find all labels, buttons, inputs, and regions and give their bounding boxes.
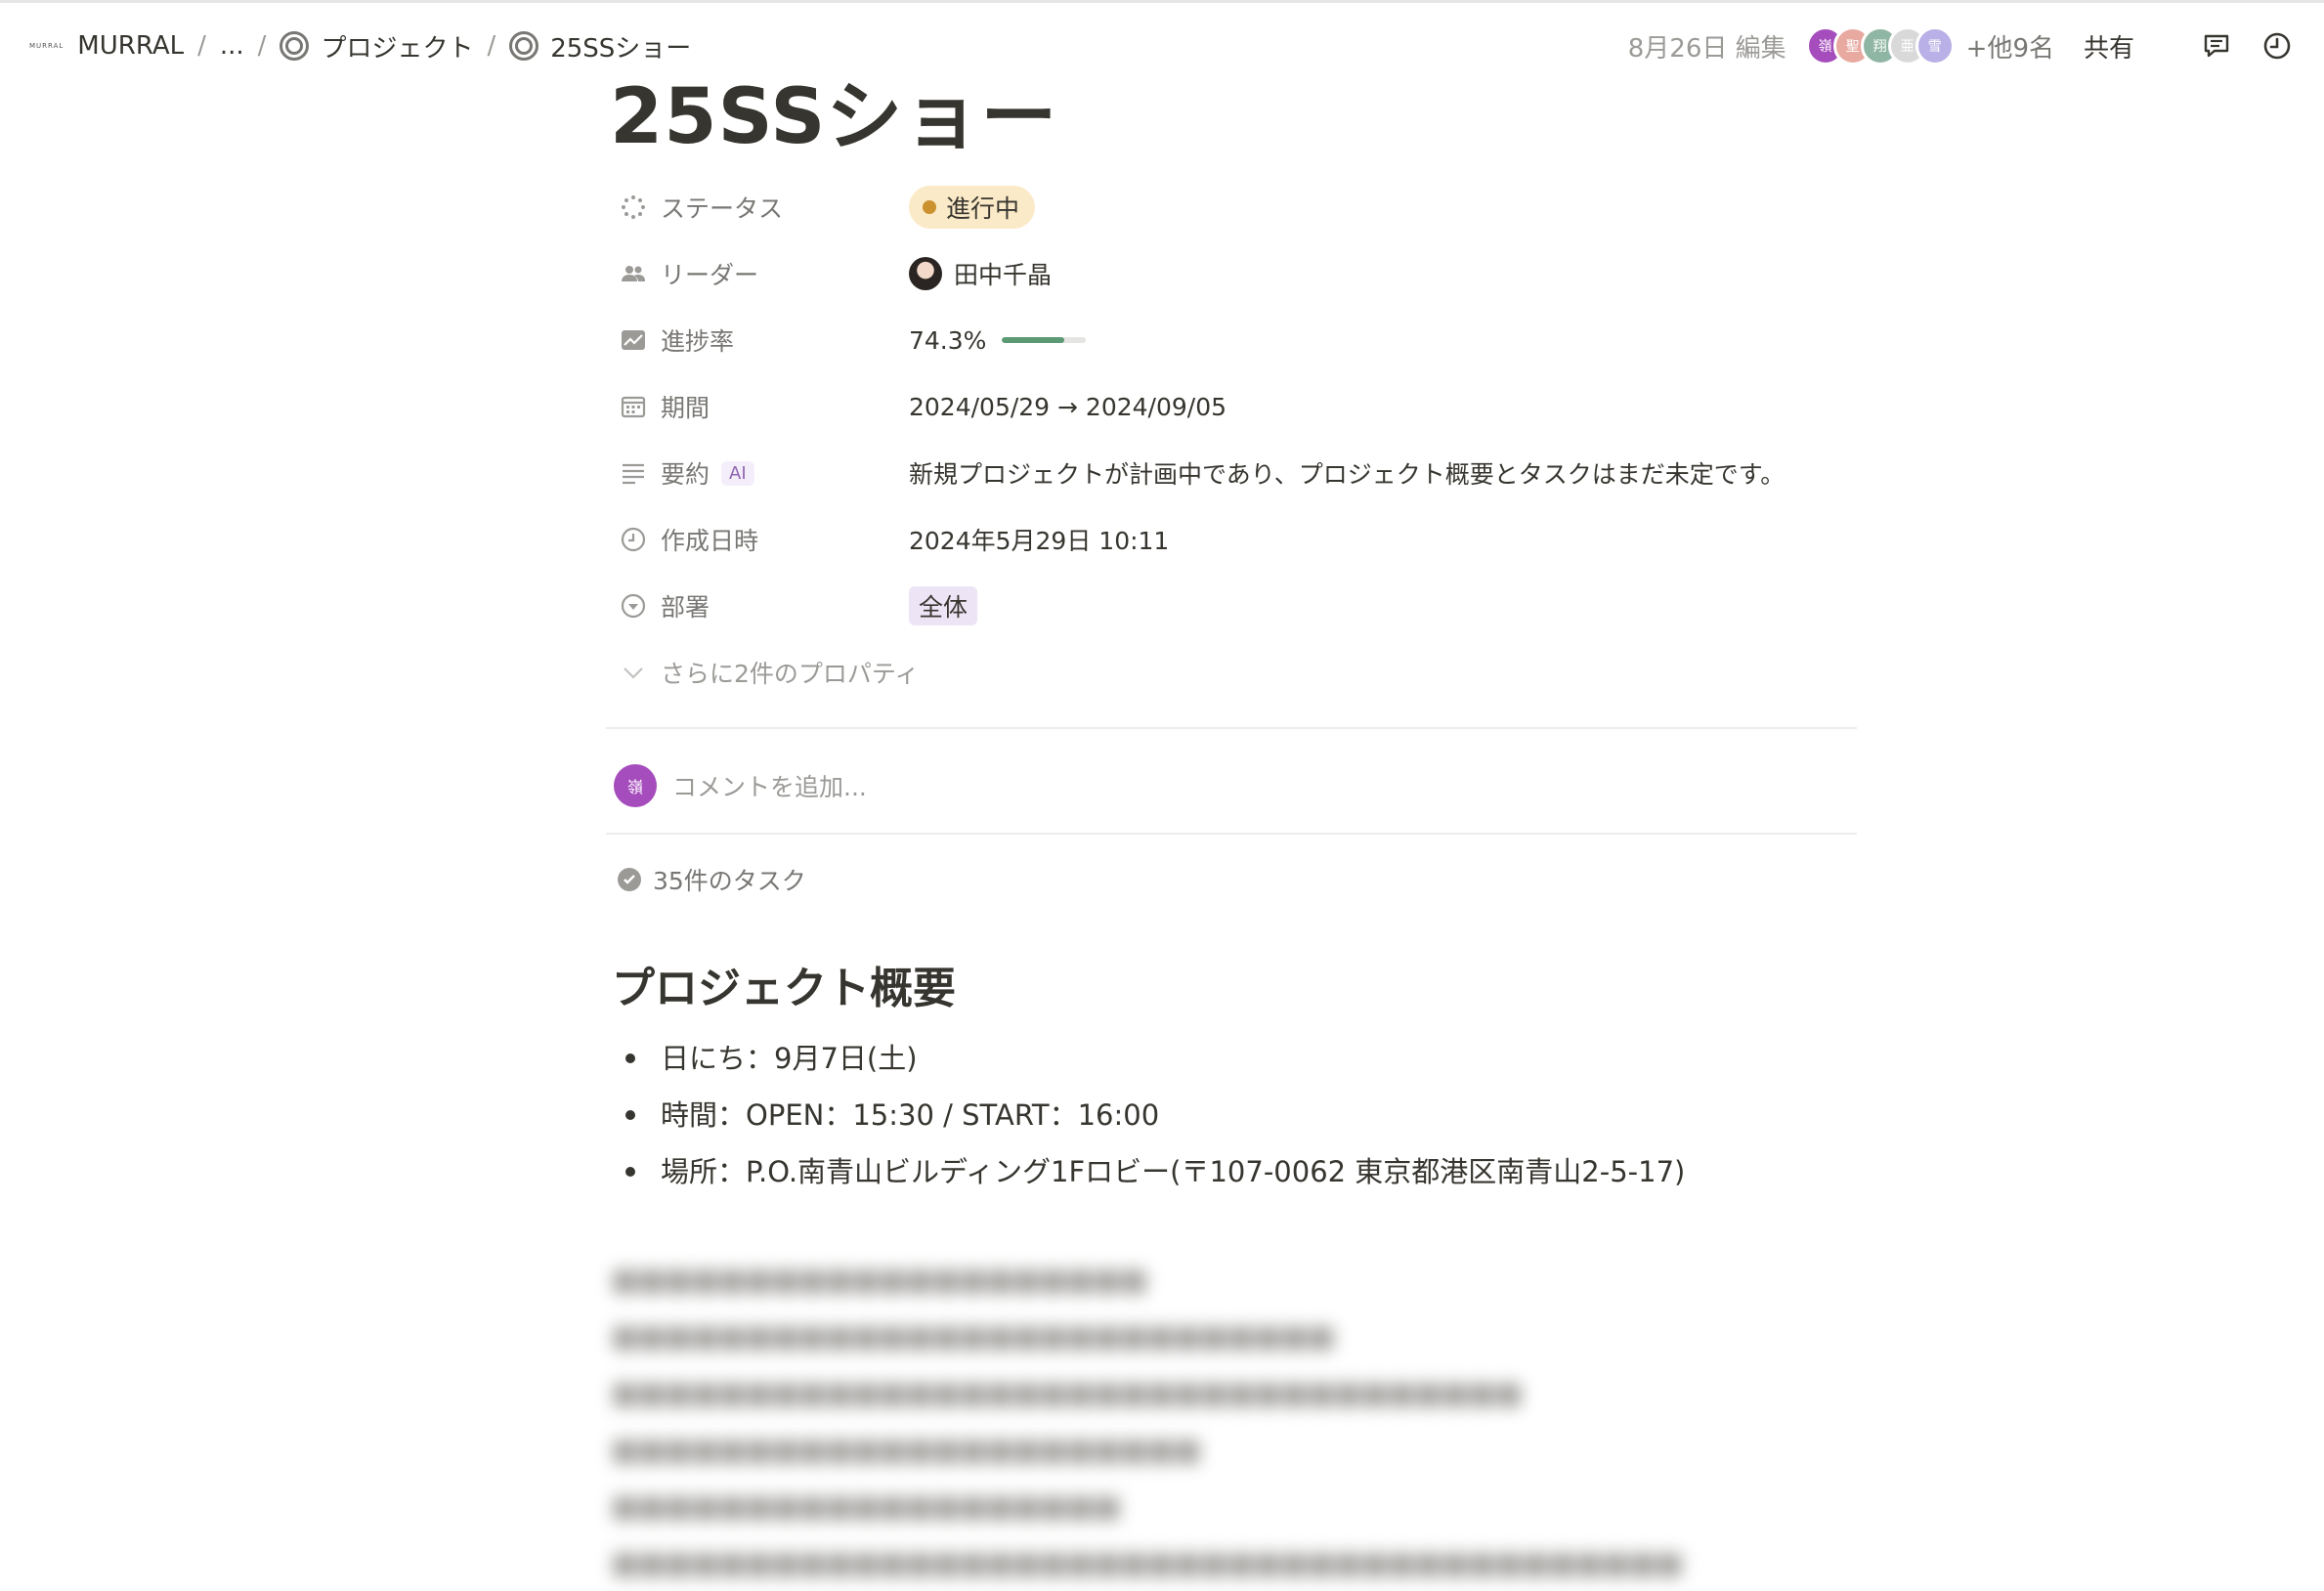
list-item-text: 日にち：9月7日(土): [661, 1042, 918, 1075]
blurred-line: ■■■■■■■■■■■■■■■■■■■■■■: [612, 1433, 1201, 1466]
calendar-icon: [618, 391, 649, 422]
property-progress: 進捗率 74.3%: [606, 307, 1857, 373]
property-leader: リーダー 田中千晶: [606, 240, 1857, 307]
blurred-line: ■■■■■■■■■■■■■■■■■■■■■■■■■■■■■■■■■■: [612, 1376, 1523, 1409]
more-users[interactable]: +他9名: [1966, 28, 2054, 64]
breadcrumb-workspace[interactable]: MURRAL: [77, 31, 184, 61]
history-icon[interactable]: [2259, 28, 2295, 64]
list-item[interactable]: 日にち：9月7日(土): [612, 1030, 1685, 1087]
blurred-line: ■■■■■■■■■■■■■■■■■■■■■■■■■■■■■■■■■■■■■■■■: [612, 1546, 1683, 1579]
comment-box[interactable]: 嶺 コメントを追加...: [614, 763, 867, 808]
status-label: ステータス: [661, 194, 784, 223]
top-actions: 8月26日 編集 嶺 聖 翔 亜 雪 +他9名 共有: [1628, 26, 2295, 65]
leader-name: 田中千晶: [954, 261, 1053, 289]
property-summary: 要約 AI 新規プロジェクトが計画中であり、プロジェクト概要とタスクはまだ未定で…: [606, 440, 1857, 506]
breadcrumb-separator: /: [257, 31, 267, 61]
project-overview: プロジェクト概要 日にち：9月7日(土) 時間：OPEN：15:30 / STA…: [612, 960, 1685, 1200]
blurred-line: ■■■■■■■■■■■■■■■■■■■■■■■■■■■: [612, 1319, 1335, 1353]
share-button[interactable]: 共有: [2084, 28, 2134, 64]
property-label[interactable]: ステータス: [606, 190, 909, 225]
ai-badge: AI: [721, 460, 754, 486]
created-value[interactable]: 2024年5月29日 10:11: [909, 522, 1169, 557]
chart-icon: [618, 324, 649, 356]
progress-bar: [1002, 337, 1087, 343]
breadcrumb-ellipsis[interactable]: ...: [220, 31, 244, 61]
property-label[interactable]: 部署: [606, 588, 909, 624]
progress-fill: [1002, 337, 1065, 343]
more-properties-label: さらに2件のプロパティ: [661, 660, 920, 688]
property-department: 部署 全体: [606, 573, 1857, 639]
section-heading[interactable]: プロジェクト概要: [612, 960, 1685, 1018]
more-properties-toggle[interactable]: さらに2件のプロパティ: [606, 639, 1857, 706]
page-title[interactable]: 25SSショー: [610, 68, 1857, 166]
check-circle-icon: [618, 868, 641, 891]
leader-label: リーダー: [661, 261, 759, 289]
department-label: 部署: [661, 593, 710, 622]
breadcrumb-separator: /: [197, 31, 206, 61]
tasks-label: 35件のタスク: [653, 867, 806, 895]
comment-icon[interactable]: [2199, 28, 2234, 64]
property-label[interactable]: リーダー: [606, 256, 909, 291]
list-item-text: 時間：OPEN：15:30 / START：16:00: [661, 1098, 1160, 1132]
select-icon: [618, 590, 649, 622]
clock-icon: [618, 524, 649, 555]
spinner-icon: [618, 192, 649, 223]
leader-value[interactable]: 田中千晶: [909, 256, 1052, 291]
collaborator-avatars[interactable]: 嶺 聖 翔 亜 雪: [1805, 26, 1955, 65]
text-lines-icon: [618, 457, 649, 489]
blurred-line: ■■■■■■■■■■■■■■■■■■■■: [612, 1263, 1147, 1296]
breadcrumb-parent[interactable]: プロジェクト: [321, 28, 473, 64]
period-value[interactable]: 2024/05/29 → 2024/09/05: [909, 393, 1227, 421]
property-label[interactable]: 要約 AI: [606, 455, 909, 491]
list-item[interactable]: 場所：P.O.南青山ビルディング1Fロビー(〒107-0062 東京都港区南青山…: [612, 1143, 1685, 1200]
property-label[interactable]: 作成日時: [606, 522, 909, 557]
department-tag[interactable]: 全体: [909, 586, 978, 625]
property-label[interactable]: 期間: [606, 389, 909, 424]
status-dot-icon: [923, 200, 936, 214]
target-icon: [509, 31, 539, 61]
avatar[interactable]: 雪: [1915, 26, 1955, 65]
avatar: 嶺: [614, 764, 657, 807]
divider: [606, 833, 1857, 835]
property-created: 作成日時 2024年5月29日 10:11: [606, 506, 1857, 573]
summary-label: 要約: [661, 460, 710, 489]
breadcrumb: MURRAL MURRAL / ... / プロジェクト / 25SSショー: [29, 26, 691, 65]
list-item[interactable]: 時間：OPEN：15:30 / START：16:00: [612, 1087, 1685, 1143]
progress-text: 74.3%: [909, 325, 987, 355]
divider: [606, 727, 1857, 729]
progress-value[interactable]: 74.3%: [909, 325, 1087, 355]
workspace-logo[interactable]: MURRAL: [29, 42, 64, 50]
created-label: 作成日時: [661, 527, 759, 555]
list-item-text: 場所：P.O.南青山ビルディング1Fロビー(〒107-0062 東京都港区南青山…: [661, 1155, 1686, 1188]
property-label[interactable]: 進捗率: [606, 322, 909, 358]
overview-list: 日にち：9月7日(土) 時間：OPEN：15:30 / START：16:00 …: [612, 1030, 1685, 1200]
bullet-icon: [625, 1167, 635, 1177]
property-status: ステータス 進行中: [606, 174, 1857, 240]
avatar: [909, 257, 942, 290]
summary-value[interactable]: 新規プロジェクトが計画中であり、プロジェクト概要とタスクはまだ未定です。: [909, 455, 1785, 491]
page-body: 25SSショー ステータス 進行中 リーダー 田中千晶 進捗率 74.3% 期間…: [606, 68, 1857, 706]
blurred-line: ■■■■■■■■■■■■■■■■■■■: [612, 1489, 1121, 1523]
status-value: 進行中: [946, 194, 1020, 223]
last-edited[interactable]: 8月26日 編集: [1628, 28, 1786, 64]
target-icon: [280, 31, 310, 61]
status-badge[interactable]: 進行中: [909, 186, 1036, 229]
period-label: 期間: [661, 394, 710, 422]
bullet-icon: [625, 1110, 635, 1120]
breadcrumb-current[interactable]: 25SSショー: [550, 28, 691, 64]
chevron-down-icon: [618, 657, 649, 688]
properties-panel: ステータス 進行中 リーダー 田中千晶 進捗率 74.3% 期間 2024/05…: [606, 174, 1857, 706]
blurred-content: ■■■■■■■■■■■■■■■■■■■■ ■■■■■■■■■■■■■■■■■■■…: [612, 1251, 1683, 1591]
comment-input[interactable]: コメントを追加...: [672, 768, 867, 803]
breadcrumb-separator: /: [487, 31, 496, 61]
bullet-icon: [625, 1054, 635, 1063]
people-icon: [618, 258, 649, 289]
tasks-link[interactable]: 35件のタスク: [618, 860, 806, 899]
property-period: 期間 2024/05/29 → 2024/09/05: [606, 373, 1857, 440]
progress-label: 進捗率: [661, 327, 735, 356]
